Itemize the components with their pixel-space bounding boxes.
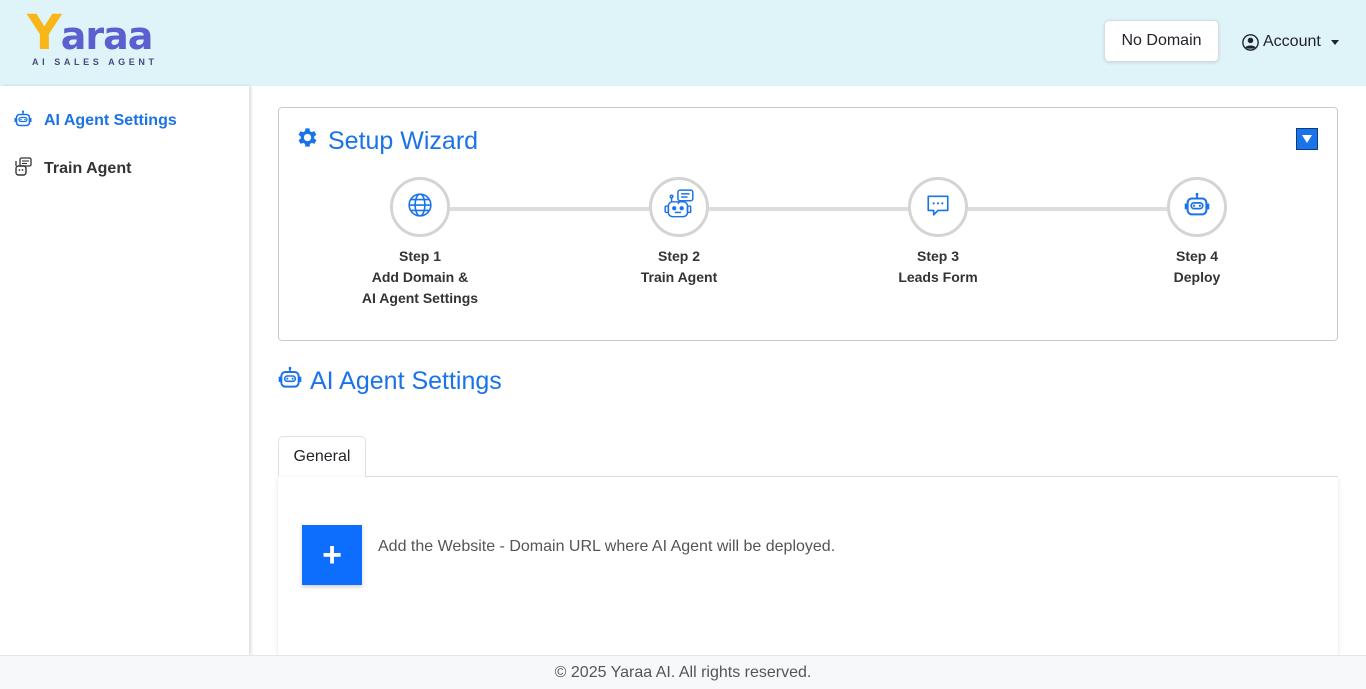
step-2-circle[interactable] <box>649 177 709 237</box>
step-3-circle[interactable] <box>908 177 968 237</box>
sidebar-item-ai-agent-settings[interactable]: AI Agent Settings <box>14 107 177 135</box>
add-domain-hint: Add the Website - Domain URL where AI Ag… <box>378 538 836 555</box>
logo-wordmark: Yaraa <box>27 9 154 59</box>
step-2-label: Step 2 Train Agent <box>589 246 769 288</box>
step-number: Step 3 <box>916 248 959 264</box>
sidebar-item-label: Train Agent <box>44 160 132 177</box>
logo-rest: araa <box>60 14 154 58</box>
robot-icon <box>14 110 32 133</box>
sidebar-item-label: AI Agent Settings <box>44 112 177 129</box>
step-number: Step 4 <box>1175 248 1218 264</box>
step-connector <box>968 207 1168 211</box>
yaraa-logo[interactable]: Yaraa AI SALES AGENT <box>27 9 158 70</box>
collapse-toggle-button[interactable] <box>1296 128 1318 150</box>
step-title: Train Agent <box>640 269 718 285</box>
no-domain-button[interactable]: No Domain <box>1104 20 1219 62</box>
section-title: AI Agent Settings <box>278 366 502 397</box>
section-title-text: AI Agent Settings <box>310 367 502 395</box>
user-circle-icon <box>1242 33 1259 51</box>
collapse-toggle-icon <box>1302 135 1312 143</box>
logo-tagline: AI SALES AGENT <box>32 57 158 67</box>
robot-chat-icon <box>662 188 696 227</box>
step-title: Leads Form <box>898 269 978 285</box>
tab-general[interactable]: General <box>278 436 366 477</box>
step-3-label: Step 3 Leads Form <box>848 246 1028 288</box>
general-tab-panel: + Add the Website - Domain URL where AI … <box>278 477 1338 655</box>
step-subtitle: AI Agent Settings <box>361 290 479 306</box>
step-number: Step 2 <box>657 248 700 264</box>
copyright-text: © 2025 Yaraa AI. All rights reserved. <box>554 663 812 681</box>
sidebar: AI Agent Settings Train Agent <box>0 86 249 655</box>
train-agent-icon <box>14 156 32 182</box>
step-connector <box>450 207 650 211</box>
chat-bubble-icon <box>925 192 951 223</box>
step-title: Deploy <box>1173 269 1221 285</box>
add-domain-button[interactable]: + <box>302 525 362 585</box>
step-4-label: Step 4 Deploy <box>1107 246 1287 288</box>
wizard-title-text: Setup Wizard <box>328 126 479 155</box>
logo-initial: Y <box>27 5 62 61</box>
robot-icon <box>278 366 302 397</box>
account-dropdown[interactable]: Account <box>1242 30 1339 54</box>
step-connector <box>709 207 909 211</box>
globe-icon <box>407 192 433 223</box>
wizard-title: Setup Wizard <box>295 125 478 157</box>
setup-wizard-card: Setup Wizard Step 1 Add Domain & AI Agen… <box>278 107 1338 341</box>
step-title: Add Domain & <box>371 269 469 285</box>
top-header: Yaraa AI SALES AGENT No Domain Account <box>0 0 1366 86</box>
chevron-down-icon <box>1330 39 1339 45</box>
sidebar-item-train-agent[interactable]: Train Agent <box>14 155 131 183</box>
step-number: Step 1 <box>398 248 441 264</box>
step-1-label: Step 1 Add Domain & AI Agent Settings <box>330 246 510 309</box>
account-label: Account <box>1263 33 1321 50</box>
robot-icon <box>1184 192 1210 223</box>
footer: © 2025 Yaraa AI. All rights reserved. <box>0 655 1366 689</box>
step-4-circle[interactable] <box>1167 177 1227 237</box>
gear-icon <box>295 125 320 157</box>
step-1-circle[interactable] <box>390 177 450 237</box>
